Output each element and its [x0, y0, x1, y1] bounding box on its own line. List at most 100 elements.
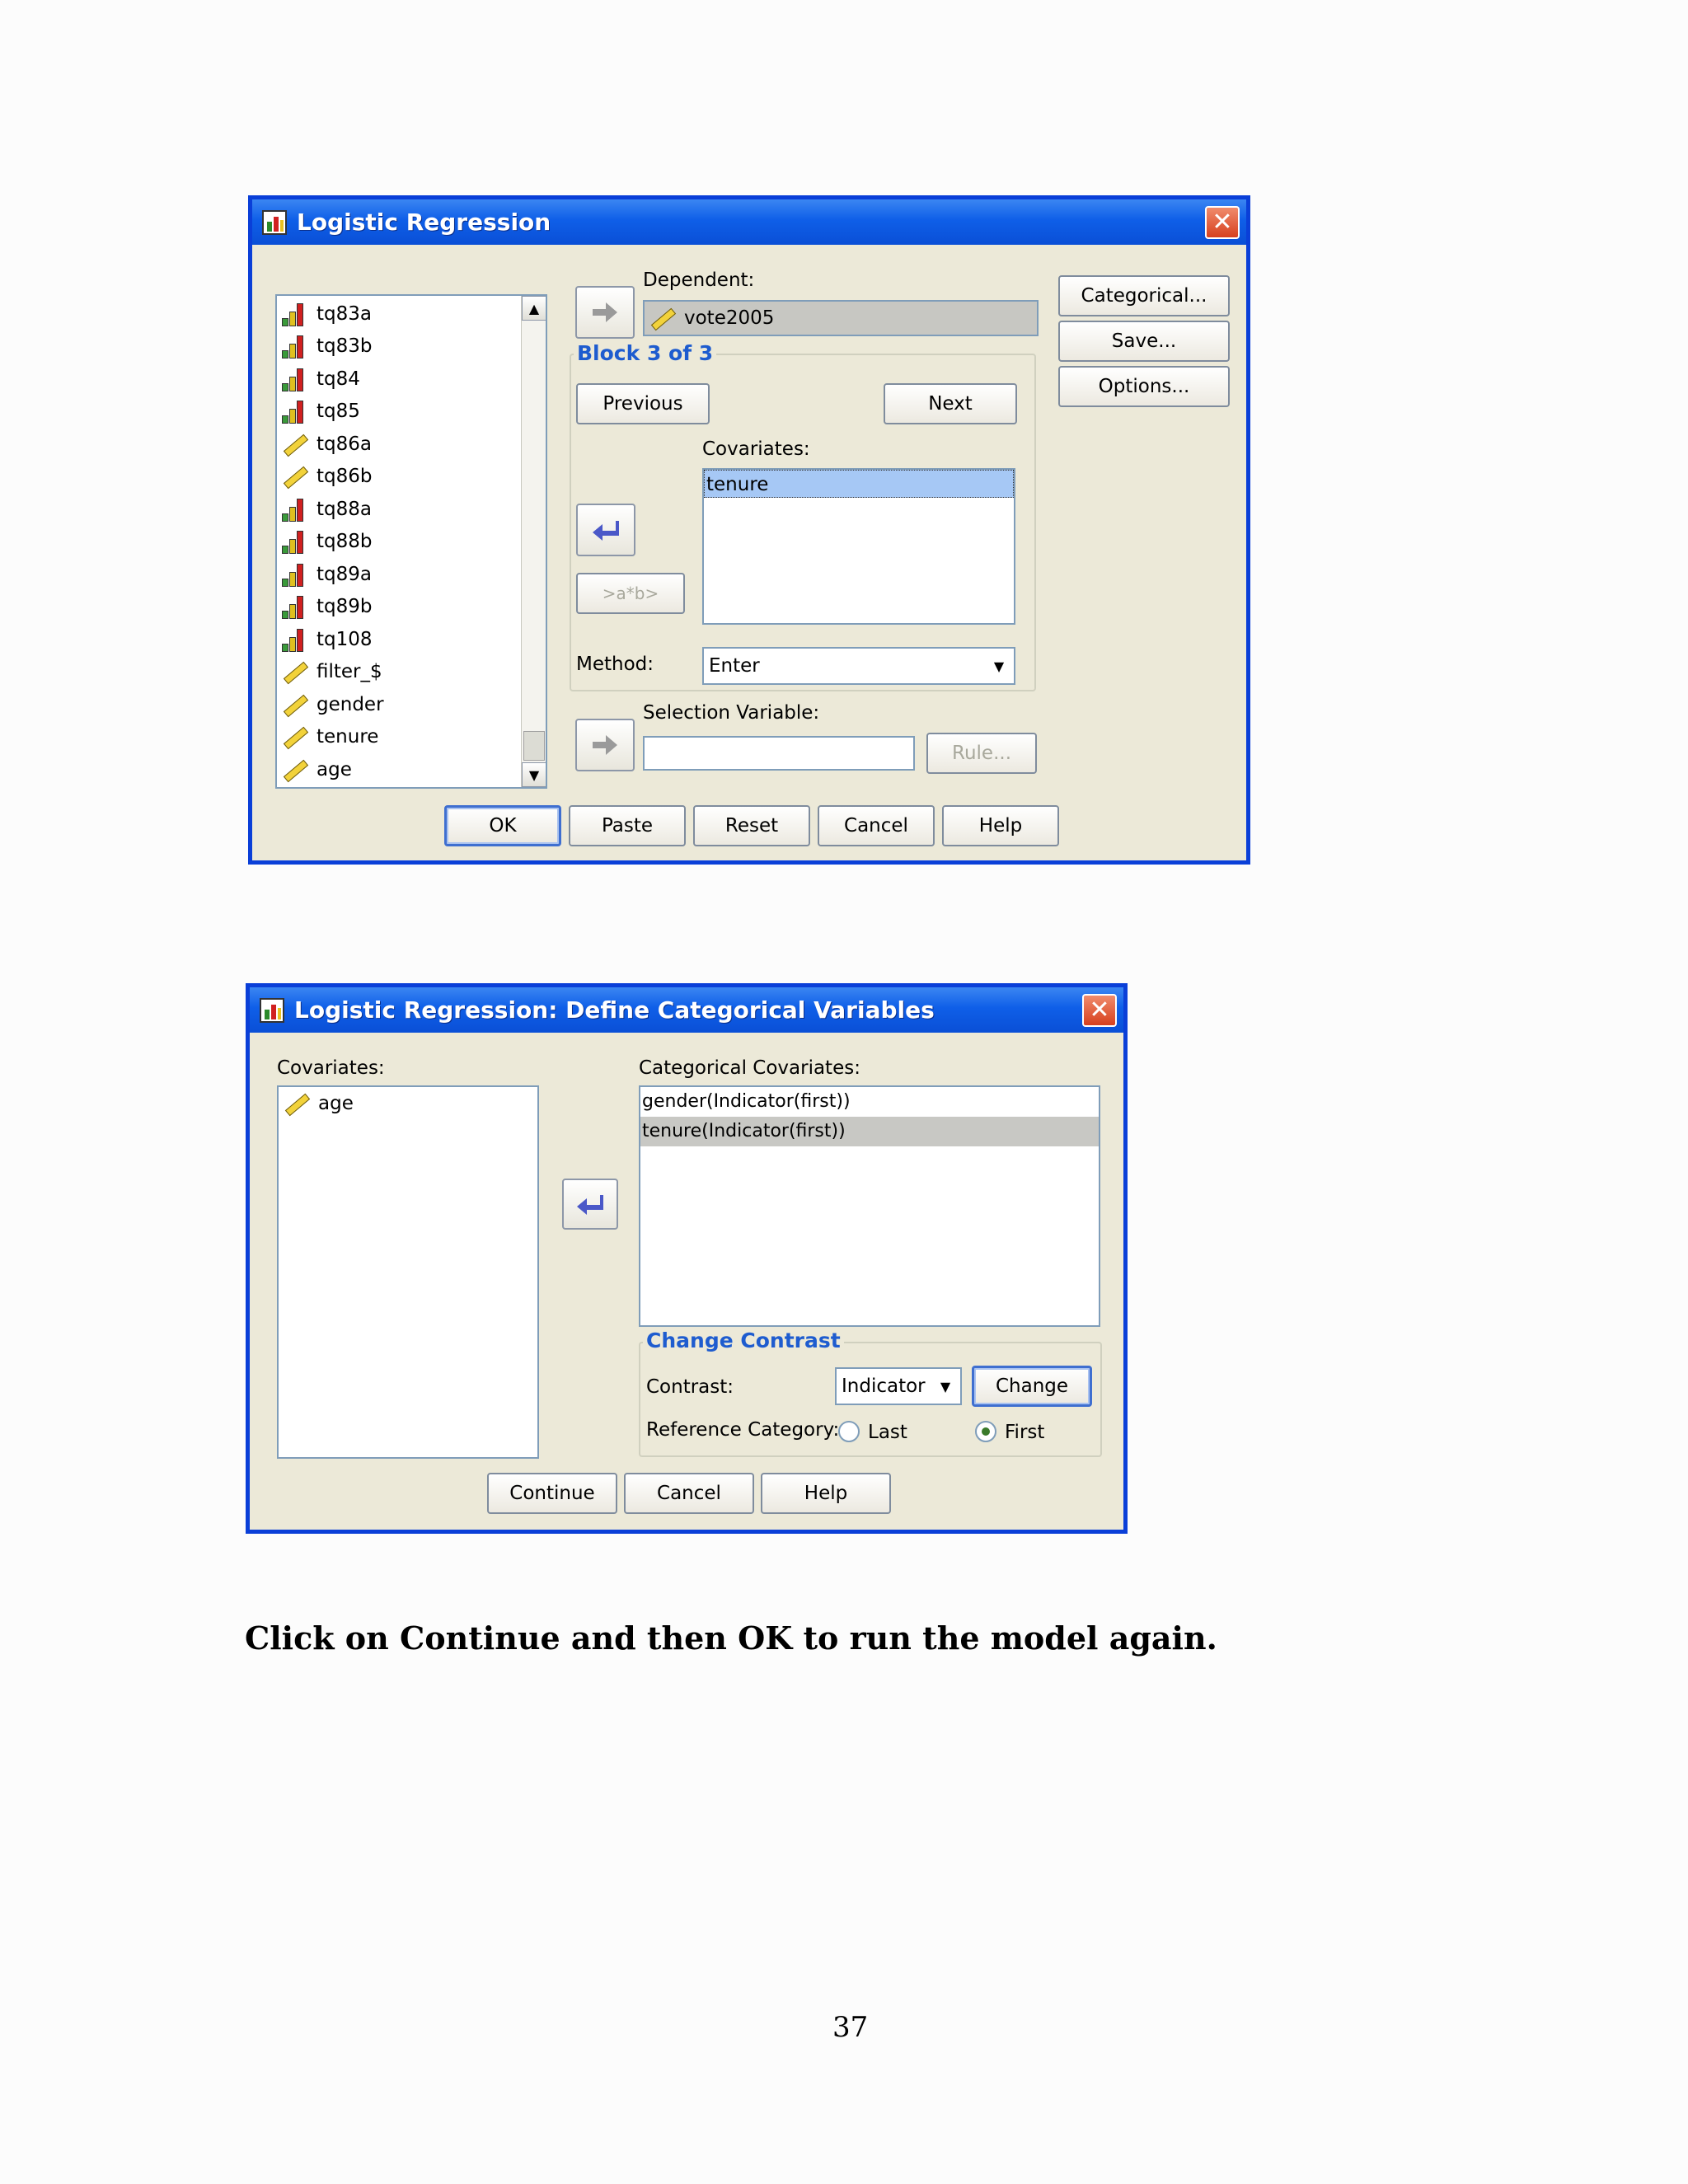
covariates-list[interactable]: tenure [702, 468, 1015, 625]
method-label: Method: [576, 654, 654, 675]
method-value: Enter [709, 655, 760, 677]
move-to-dependent-button[interactable] [575, 286, 635, 339]
previous-label: Previous [603, 393, 683, 415]
options-button[interactable]: Options... [1058, 366, 1230, 407]
ordinal-bars-icon [280, 527, 308, 555]
change-button[interactable]: Change [972, 1366, 1092, 1407]
help-button[interactable]: Help [761, 1473, 891, 1514]
variable-item[interactable]: tq85 [277, 396, 521, 429]
variable-list-scrollbar[interactable]: ▲ ▼ [521, 296, 546, 787]
covariate-item[interactable]: age [279, 1087, 537, 1120]
help-label: Help [978, 815, 1023, 837]
move-to-selection-button[interactable] [575, 719, 635, 771]
ok-label: OK [489, 815, 517, 837]
variable-item[interactable]: tq84 [277, 363, 521, 396]
move-categorical-button[interactable] [562, 1179, 618, 1230]
title-bar[interactable]: Logistic Regression ✕ [252, 199, 1246, 245]
ordinal-bars-icon [280, 626, 308, 654]
variable-item[interactable]: tq86a [277, 428, 521, 461]
categorical-covariate-item[interactable]: tenure(Indicator(first)) [640, 1117, 1099, 1146]
variable-item[interactable]: tq83b [277, 330, 521, 363]
reset-label: Reset [724, 815, 779, 837]
scale-ruler-icon [280, 430, 309, 458]
close-icon: ✕ [1212, 208, 1233, 237]
variable-item[interactable]: filter_$ [277, 656, 521, 689]
selection-variable-field[interactable] [643, 736, 915, 771]
cancel-button[interactable]: Cancel [624, 1473, 754, 1514]
next-button[interactable]: Next [884, 383, 1017, 424]
arrow-right-icon [593, 735, 617, 755]
first-radio[interactable] [975, 1421, 996, 1442]
categorical-label: Categorical... [1081, 285, 1207, 307]
categorical-button[interactable]: Categorical... [1058, 275, 1230, 316]
page-number: 37 [832, 2011, 869, 2044]
variable-item[interactable]: tq86b [277, 461, 521, 494]
save-label: Save... [1111, 330, 1177, 352]
window-title: Logistic Regression [297, 209, 551, 236]
variable-name: filter_$ [316, 661, 382, 683]
variable-item[interactable]: tq89a [277, 558, 521, 591]
close-button[interactable]: ✕ [1082, 994, 1117, 1027]
save-button[interactable]: Save... [1058, 321, 1230, 362]
variable-item[interactable]: age [277, 753, 521, 786]
chevron-down-icon: ▼ [993, 658, 1005, 674]
variable-item[interactable]: gender [277, 688, 521, 721]
options-label: Options... [1098, 376, 1190, 397]
dependent-label: Dependent: [643, 269, 755, 291]
variable-item[interactable]: tq88a [277, 493, 521, 526]
variable-item[interactable]: tenure [277, 721, 521, 754]
scale-ruler-icon [280, 462, 309, 490]
variable-name: gender [316, 693, 384, 715]
instruction-text: Click on Continue and then OK to run the… [245, 1619, 1217, 1657]
method-dropdown[interactable]: Enter ▼ [702, 647, 1015, 685]
variable-item[interactable]: tq89b [277, 591, 521, 624]
variable-name: tq85 [316, 401, 360, 423]
rule-button[interactable]: Rule... [926, 733, 1037, 774]
block-title: Block 3 of 3 [574, 341, 717, 365]
interaction-button[interactable]: >a*b> [576, 573, 685, 614]
reference-category-label: Reference Category: [646, 1419, 840, 1441]
scroll-up-button[interactable]: ▲ [522, 296, 546, 321]
help-button[interactable]: Help [942, 805, 1059, 846]
last-label: Last [868, 1422, 907, 1443]
variable-item[interactable]: tq88b [277, 526, 521, 559]
move-covariate-button[interactable] [576, 504, 635, 556]
close-button[interactable]: ✕ [1205, 206, 1240, 239]
contrast-value: Indicator [842, 1376, 926, 1397]
arrow-back-icon [593, 521, 619, 541]
covariate-item[interactable]: tenure [704, 470, 1014, 498]
help-label: Help [804, 1483, 848, 1504]
ordinal-bars-icon [280, 560, 308, 588]
reset-button[interactable]: Reset [693, 805, 810, 846]
cancel-button[interactable]: Cancel [818, 805, 935, 846]
dependent-field[interactable]: vote2005 [643, 300, 1039, 336]
variable-name: tq83a [316, 302, 372, 325]
variable-name: tq108 [316, 628, 373, 650]
categorical-covariate-item[interactable]: gender(Indicator(first)) [640, 1087, 1099, 1117]
covariates-list[interactable]: age [277, 1085, 539, 1459]
categorical-covariates-label: Categorical Covariates: [639, 1057, 860, 1079]
scroll-down-button[interactable]: ▼ [522, 762, 546, 787]
paste-button[interactable]: Paste [569, 805, 686, 846]
ordinal-bars-icon [280, 300, 308, 328]
last-radio[interactable] [838, 1421, 860, 1442]
scroll-thumb[interactable] [523, 731, 545, 761]
variable-item[interactable]: tq83a [277, 298, 521, 330]
contrast-dropdown[interactable]: Indicator ▼ [835, 1367, 962, 1405]
continue-button[interactable]: Continue [487, 1473, 617, 1514]
variable-item[interactable]: tq108 [277, 623, 521, 656]
ordinal-bars-icon [280, 593, 308, 621]
variable-name: tq84 [316, 368, 360, 390]
change-label: Change [995, 1376, 1069, 1397]
variable-name: tq88b [316, 531, 373, 553]
spss-app-icon [260, 997, 284, 1023]
next-label: Next [928, 393, 973, 415]
previous-button[interactable]: Previous [576, 383, 710, 424]
continue-label: Continue [509, 1483, 595, 1504]
variable-list[interactable]: tq83a tq83b tq84 tq85 tq86a tq86b tq88a tq88b tq… [275, 294, 547, 789]
categorical-covariates-list[interactable]: gender(Indicator(first)) tenure(Indicator… [639, 1085, 1100, 1327]
title-bar[interactable]: Logistic Regression: Define Categorical … [250, 987, 1123, 1033]
scale-ruler-icon [282, 1090, 311, 1118]
ok-button[interactable]: OK [444, 805, 561, 846]
variable-name: tq86b [316, 466, 373, 488]
